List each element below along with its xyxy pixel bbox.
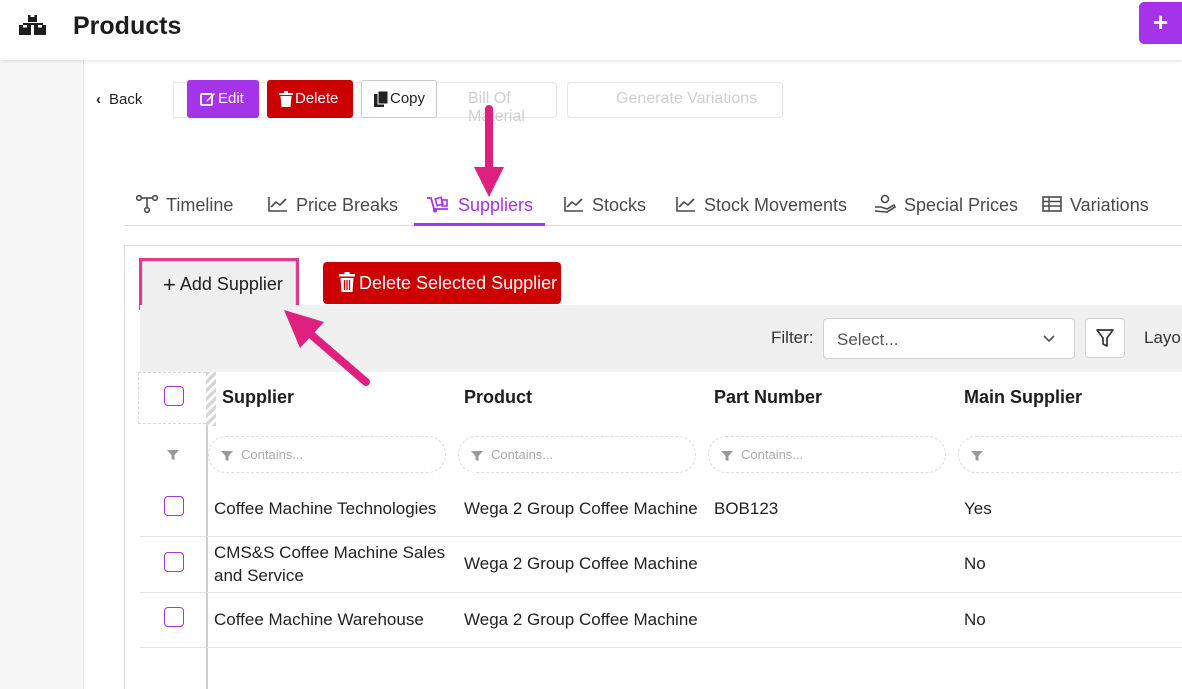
- tab-label: Variations: [1070, 195, 1149, 215]
- column-header-main-supplier[interactable]: Main Supplier: [964, 387, 1082, 408]
- generate-variations-button[interactable]: Generate Variations: [567, 82, 783, 118]
- hand-coins-icon: [874, 194, 897, 214]
- trash-icon: [339, 272, 355, 293]
- filter-select-placeholder: Select...: [837, 330, 899, 349]
- part-number-filter-input[interactable]: Contains...: [708, 436, 946, 473]
- filter-button[interactable]: [1085, 318, 1125, 358]
- row-checkbox[interactable]: [164, 552, 184, 572]
- cell-main-supplier: Yes: [964, 499, 992, 518]
- delete-selected-supplier-button[interactable]: Delete Selected Supplier: [323, 262, 561, 304]
- tab-timeline[interactable]: Timeline: [135, 186, 234, 226]
- filter-label: Filter:: [771, 328, 814, 347]
- tab-stocks[interactable]: Stocks: [564, 186, 646, 226]
- column-header-product[interactable]: Product: [464, 387, 532, 408]
- column-header-supplier[interactable]: Supplier: [222, 387, 294, 408]
- add-product-button[interactable]: +: [1139, 2, 1182, 44]
- top-bar: Products +: [0, 0, 1182, 60]
- row-divider: [140, 592, 1182, 593]
- tab-variations[interactable]: Variations: [1042, 186, 1149, 226]
- funnel-icon: [971, 450, 983, 461]
- tab-stock-movements[interactable]: Stock Movements: [676, 186, 847, 226]
- funnel-icon: [221, 450, 233, 461]
- delete-button[interactable]: Delete: [267, 80, 353, 118]
- funnel-icon: [167, 450, 179, 460]
- filter-placeholder: Contains...: [241, 447, 304, 462]
- layout-label: Layou: [1144, 328, 1182, 347]
- tab-special-prices[interactable]: Special Prices: [874, 186, 1018, 226]
- tab-label: Stock Movements: [704, 195, 848, 215]
- hand-truck-icon: [427, 196, 448, 213]
- cell-product: Wega 2 Group Coffee Machine: [464, 554, 698, 573]
- main-supplier-filter-input[interactable]: [958, 436, 1182, 473]
- cell-part-number: BOB123: [714, 499, 779, 518]
- filter-select[interactable]: Select...: [823, 318, 1075, 359]
- tab-price-breaks[interactable]: Price Breaks: [268, 186, 398, 226]
- generate-variations-label: Generate Variations: [616, 90, 758, 107]
- chevron-down-icon: [1043, 335, 1055, 343]
- cell-supplier: Coffee Machine Warehouse: [214, 610, 424, 629]
- tab-label: Suppliers: [458, 195, 534, 215]
- chart-line-icon: [676, 197, 695, 213]
- tab-label: Timeline: [166, 195, 234, 215]
- tab-bar: Timeline Price Breaks Suppliers Stocks S…: [124, 186, 1182, 226]
- tab-label: Special Prices: [904, 195, 1019, 215]
- delete-selected-label: Delete Selected Supplier: [359, 273, 558, 293]
- cell-product: Wega 2 Group Coffee Machine: [464, 610, 698, 629]
- trash-icon: [279, 91, 293, 108]
- page-title: Products: [73, 12, 182, 40]
- boxes-logo-icon: [19, 15, 46, 35]
- cell-main-supplier: No: [964, 554, 986, 573]
- cell-main-supplier: No: [964, 610, 986, 629]
- column-header-part-number[interactable]: Part Number: [714, 387, 822, 408]
- row-checkbox[interactable]: [164, 496, 184, 516]
- row-divider: [140, 536, 1182, 537]
- funnel-icon: [471, 450, 483, 461]
- filter-placeholder: Contains...: [491, 447, 554, 462]
- row-checkbox[interactable]: [164, 607, 184, 627]
- bill-of-material-label: Bill Of Material: [468, 90, 525, 125]
- back-button[interactable]: ‹ Back: [88, 81, 174, 119]
- supplier-filter-input[interactable]: Contains...: [208, 436, 446, 473]
- copy-button[interactable]: Copy: [361, 80, 437, 118]
- cell-supplier: CMS&S Coffee Machine Sales and Service: [214, 543, 446, 585]
- column-resize-handle[interactable]: [206, 372, 216, 426]
- select-all-checkbox[interactable]: [164, 386, 184, 406]
- chevron-left-icon: ‹: [96, 91, 101, 108]
- edit-label: Edit: [218, 90, 244, 107]
- funnel-icon: [721, 450, 733, 461]
- chart-line-icon: [268, 197, 287, 213]
- copy-icon: [374, 91, 388, 108]
- copy-label: Copy: [390, 90, 426, 107]
- row-divider: [140, 647, 1182, 648]
- delete-label: Delete: [295, 90, 339, 107]
- edit-icon: [200, 93, 215, 106]
- back-label: Back: [109, 91, 143, 108]
- annotation-highlight-box: [139, 258, 299, 310]
- filter-placeholder: Contains...: [741, 447, 804, 462]
- table-icon: [1042, 196, 1062, 213]
- edit-button[interactable]: Edit: [187, 80, 259, 118]
- tab-label: Price Breaks: [296, 195, 399, 215]
- cell-supplier: Coffee Machine Technologies: [214, 499, 437, 518]
- product-filter-input[interactable]: Contains...: [458, 436, 696, 473]
- funnel-icon: [1096, 329, 1114, 347]
- timeline-icon: [135, 195, 159, 214]
- tab-suppliers[interactable]: Suppliers: [413, 186, 546, 226]
- tab-label: Stocks: [592, 195, 647, 215]
- left-gutter: [0, 60, 84, 689]
- chart-line-icon: [564, 197, 583, 213]
- cell-product: Wega 2 Group Coffee Machine: [464, 499, 698, 518]
